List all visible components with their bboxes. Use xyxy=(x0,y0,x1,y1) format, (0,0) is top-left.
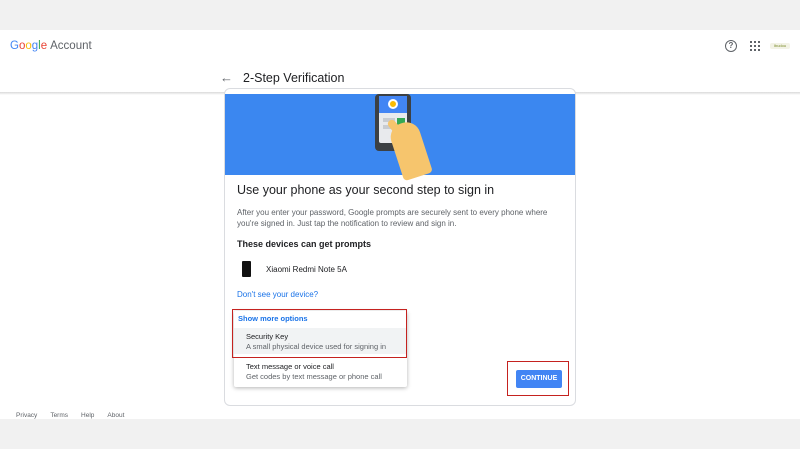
phone-icon xyxy=(242,261,251,277)
top-strip xyxy=(0,0,800,30)
page: Google Account ? Ibudou ← 2-Step Verifica… xyxy=(0,0,800,449)
logo-account-label: Account xyxy=(50,40,92,52)
help-icon[interactable]: ? xyxy=(725,40,737,52)
hero-banner xyxy=(225,94,575,182)
verification-card: Use your phone as your second step to si… xyxy=(224,88,576,406)
footer-link-privacy[interactable]: Privacy xyxy=(16,412,37,419)
option-description: Get codes by text message or phone call xyxy=(246,372,382,381)
dont-see-device-link[interactable]: Don't see your device? xyxy=(237,290,318,299)
footer-links: Privacy Terms Help About xyxy=(16,412,124,419)
title-bar: ← 2-Step Verification xyxy=(220,70,344,86)
app-header xyxy=(0,30,800,63)
page-title: 2-Step Verification xyxy=(243,71,345,85)
back-arrow-icon[interactable]: ← xyxy=(220,71,234,85)
continue-button[interactable]: CONTINUE xyxy=(516,370,562,388)
card-headline: Use your phone as your second step to si… xyxy=(237,183,495,197)
footer-link-help[interactable]: Help xyxy=(81,412,94,419)
option-name: Text message or voice call xyxy=(246,362,334,371)
bottom-strip xyxy=(0,419,800,449)
account-avatar[interactable]: Ibudou xyxy=(770,43,790,49)
card-description: After you enter your password, Google pr… xyxy=(237,208,548,228)
footer-link-terms[interactable]: Terms xyxy=(50,412,68,419)
option-text-message[interactable]: Text message or voice call Get codes by … xyxy=(234,358,407,384)
footer-link-about[interactable]: About xyxy=(107,412,124,419)
apps-grid-icon[interactable] xyxy=(750,41,760,51)
device-name: Xiaomi Redmi Note 5A xyxy=(266,264,347,274)
devices-heading: These devices can get prompts xyxy=(237,239,372,249)
device-list-item: Xiaomi Redmi Note 5A xyxy=(242,260,347,278)
google-account-logo[interactable]: Google Account xyxy=(10,40,92,52)
highlight-box-security-key xyxy=(232,309,407,358)
